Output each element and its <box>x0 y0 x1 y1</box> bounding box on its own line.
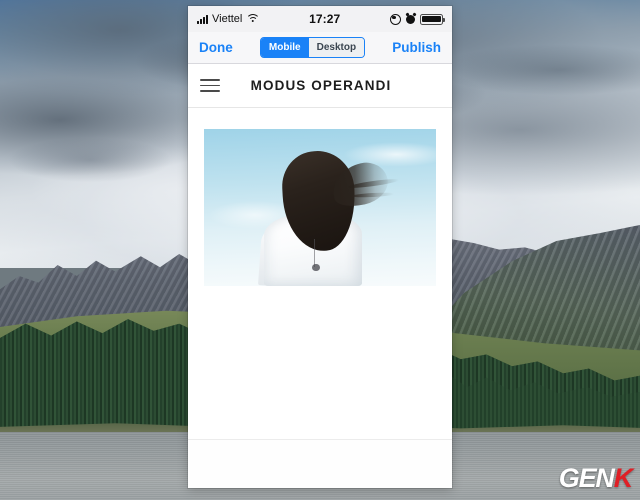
publish-button[interactable]: Publish <box>392 40 441 55</box>
carrier-label: Viettel <box>212 13 243 25</box>
battery-full-icon <box>420 13 445 25</box>
phone-screen: Viettel 17:27 Done Mobile Desktop Publis… <box>188 6 452 488</box>
segment-mobile[interactable]: Mobile <box>260 38 309 57</box>
content-empty-space <box>188 286 452 439</box>
hero-subject-necklace <box>314 238 316 268</box>
hero-cloud-upper <box>343 141 436 167</box>
status-bar-clock: 17:27 <box>309 12 341 26</box>
screenshot-root: Viettel 17:27 Done Mobile Desktop Publis… <box>0 0 640 500</box>
status-bar-right <box>390 13 445 25</box>
segment-desktop[interactable]: Desktop <box>308 38 365 57</box>
hero-image[interactable] <box>204 129 436 286</box>
site-footer <box>188 440 452 488</box>
hamburger-menu-icon[interactable] <box>200 79 220 92</box>
hero-subject-pendant <box>312 264 320 272</box>
signal-bars-icon <box>197 14 208 24</box>
status-bar: Viettel 17:27 <box>188 6 452 32</box>
site-content <box>188 108 452 488</box>
watermark-text-gen: GEN <box>558 463 615 493</box>
preview-mode-segmented-control[interactable]: Mobile Desktop <box>259 37 366 58</box>
site-header: MODUS OPERANDI <box>188 64 452 108</box>
done-button[interactable]: Done <box>199 40 233 55</box>
site-title: MODUS OPERANDI <box>250 78 392 93</box>
genk-watermark: GENK <box>558 463 634 493</box>
watermark-text-k: K <box>613 463 634 493</box>
alarm-clock-icon <box>406 14 415 24</box>
wifi-icon <box>245 14 260 24</box>
status-bar-left: Viettel <box>197 13 260 25</box>
editor-toolbar: Done Mobile Desktop Publish <box>188 32 452 64</box>
location-services-icon <box>390 13 401 25</box>
hero-image-wrapper <box>188 108 452 286</box>
